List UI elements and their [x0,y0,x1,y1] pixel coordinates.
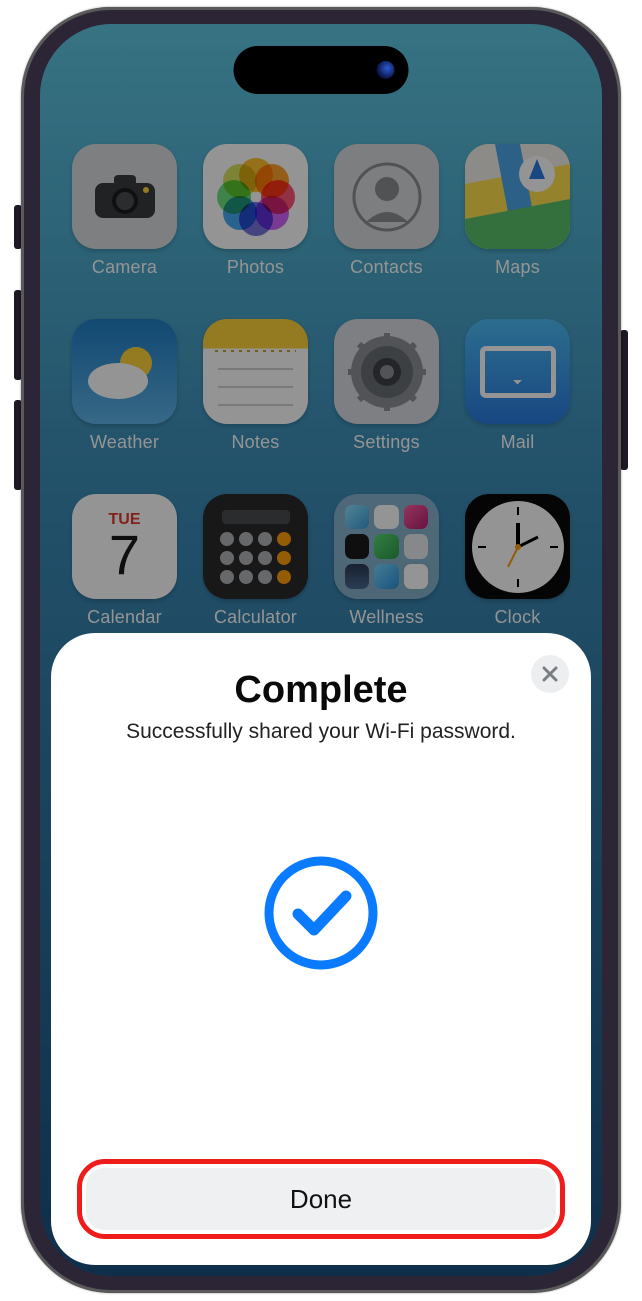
done-button-highlight: Done [77,1159,565,1239]
sheet-subtitle: Successfully shared your Wi-Fi password. [126,720,516,744]
sheet-title: Complete [234,669,407,712]
checkmark-circle-icon [262,854,380,972]
close-icon [542,666,558,682]
done-label: Done [290,1184,352,1215]
share-complete-sheet: Complete Successfully shared your Wi-Fi … [51,633,591,1265]
done-button[interactable]: Done [86,1168,556,1230]
screen: Camera Photos [40,24,602,1276]
power-button[interactable] [620,330,628,470]
dynamic-island [234,46,409,94]
phone-frame: Camera Photos [21,7,621,1293]
close-button[interactable] [531,655,569,693]
front-camera-icon [377,61,395,79]
